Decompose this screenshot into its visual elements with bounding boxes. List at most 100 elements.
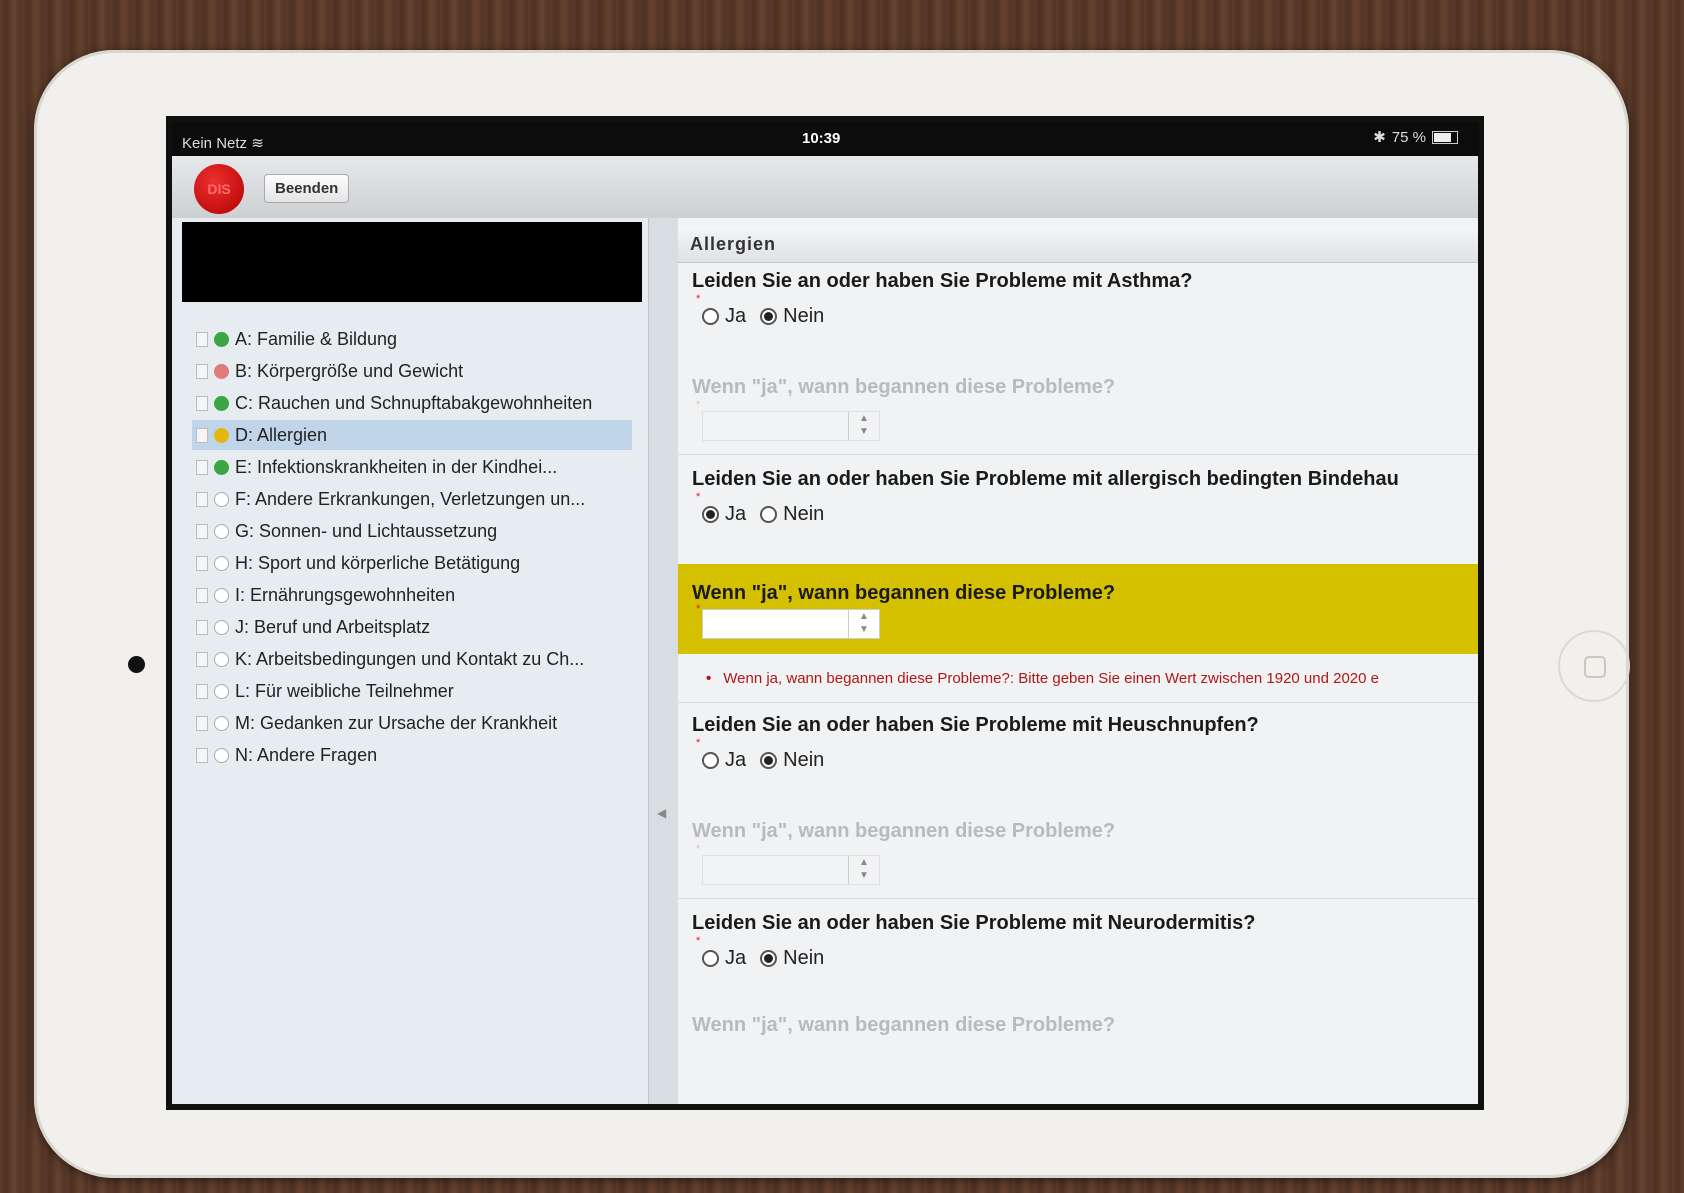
document-icon <box>196 683 208 699</box>
status-dot-icon <box>214 523 229 539</box>
question-text: Wenn "ja", wann begannen diese Probleme? <box>692 376 1116 398</box>
radio-circle[interactable] <box>702 506 719 523</box>
nav-item-label: F: Andere Erkrankungen, Verletzungen un.… <box>235 488 586 509</box>
radio-circle[interactable] <box>702 950 719 967</box>
radio-label: Ja <box>725 947 747 969</box>
nav-item[interactable]: B: Körpergröße und Gewicht <box>192 356 632 386</box>
status-dot-icon <box>214 427 229 443</box>
document-icon <box>196 619 208 635</box>
status-dot-icon <box>214 651 229 667</box>
year-stepper[interactable]: ▲ ▼ <box>702 609 880 639</box>
split-divider[interactable]: ◀ <box>648 218 679 1104</box>
nav-item-label: A: Familie & Bildung <box>235 328 398 349</box>
radio-no[interactable]: Nein <box>760 749 824 772</box>
radio-group: Ja Nein <box>702 305 1478 328</box>
question-conjunctivitis: Leiden Sie an oder haben Sie Probleme mi… <box>678 468 1478 526</box>
toolbar: DIS Beenden <box>172 156 1478 219</box>
collapse-arrow-icon[interactable]: ◀ <box>657 806 666 820</box>
battery-percent: 75 % <box>1391 128 1426 146</box>
status-dot-icon <box>214 619 229 635</box>
nav-item-label: K: Arbeitsbedingungen und Kontakt zu Ch.… <box>235 648 585 669</box>
document-icon <box>196 651 208 667</box>
question-hayfever: Leiden Sie an oder haben Sie Probleme mi… <box>678 714 1478 772</box>
front-camera <box>128 656 145 673</box>
radio-circle[interactable] <box>702 308 719 325</box>
nav-item-label: G: Sonnen- und Lichtaussetzung <box>235 520 498 541</box>
nav-item[interactable]: H: Sport und körperliche Betätigung <box>192 548 632 578</box>
year-stepper[interactable]: ▲ ▼ <box>702 855 880 885</box>
radio-group: Ja Nein <box>702 503 1478 526</box>
required-mark: * <box>696 293 701 305</box>
end-button[interactable]: Beenden <box>264 174 350 203</box>
question-text: Leiden Sie an oder haben Sie Probleme mi… <box>692 912 1256 934</box>
home-button[interactable] <box>1558 630 1630 702</box>
nav-item-label: H: Sport und körperliche Betätigung <box>235 552 521 573</box>
status-dot-icon <box>214 747 229 763</box>
question-text: Wenn "ja", wann begannen diese Probleme? <box>692 1014 1116 1036</box>
required-mark: * <box>696 843 701 855</box>
radio-group: Ja Nein <box>702 947 1478 970</box>
radio-circle[interactable] <box>760 506 778 523</box>
document-icon <box>196 363 208 379</box>
clock: 10:39 <box>802 130 841 147</box>
nav-item[interactable]: C: Rauchen und Schnupftabakgewohnheiten <box>192 388 632 418</box>
document-icon <box>196 331 208 347</box>
nav-item-label: D: Allergien <box>235 424 328 445</box>
nav-item[interactable]: D: Allergien <box>192 420 632 450</box>
radio-circle[interactable] <box>702 752 719 769</box>
stepper-arrows-icon[interactable]: ▲ ▼ <box>848 856 879 884</box>
nav-item-label: E: Infektionskrankheiten in der Kindhei.… <box>235 456 558 477</box>
radio-label: Nein <box>783 749 825 771</box>
radio-circle[interactable] <box>760 950 778 967</box>
status-dot-icon <box>214 331 229 347</box>
home-square-icon <box>1584 656 1606 678</box>
section-title: Allergien <box>678 226 1478 263</box>
carrier-label: Kein Netz ≋ <box>182 134 264 152</box>
nav-item[interactable]: K: Arbeitsbedingungen und Kontakt zu Ch.… <box>192 644 632 674</box>
stepper-arrows-icon[interactable]: ▲ ▼ <box>848 610 879 638</box>
document-icon <box>196 395 208 411</box>
nav-item[interactable]: J: Beruf und Arbeitsplatz <box>192 612 632 642</box>
nav-item[interactable]: E: Infektionskrankheiten in der Kindhei.… <box>192 452 632 482</box>
question-text: Leiden Sie an oder haben Sie Probleme mi… <box>692 270 1193 292</box>
nav-item-label: B: Körpergröße und Gewicht <box>235 360 464 381</box>
nav-item[interactable]: F: Andere Erkrankungen, Verletzungen un.… <box>192 484 632 514</box>
radio-circle[interactable] <box>760 308 778 325</box>
validation-error: • Wenn ja, wann begannen diese Probleme?:… <box>706 670 1379 687</box>
followup-conjunctivitis: Wenn "ja", wann begannen diese Probleme?… <box>678 564 1478 654</box>
document-icon <box>196 715 208 731</box>
radio-no[interactable]: Nein <box>760 305 824 328</box>
nav-item[interactable]: N: Andere Fragen <box>192 740 632 770</box>
nav-item[interactable]: M: Gedanken zur Ursache der Krankheit <box>192 708 632 738</box>
status-dot-icon <box>214 715 229 731</box>
question-neurodermatitis: Leiden Sie an oder haben Sie Probleme mi… <box>678 912 1478 970</box>
nav-item[interactable]: G: Sonnen- und Lichtaussetzung <box>192 516 632 546</box>
nav-item[interactable]: I: Ernährungsgewohnheiten <box>192 580 632 610</box>
radio-no[interactable]: Nein <box>760 503 824 526</box>
document-icon <box>196 459 208 475</box>
required-mark: * <box>696 399 701 411</box>
followup-asthma: Wenn "ja", wann begannen diese Probleme?… <box>678 376 1478 441</box>
radio-label: Nein <box>783 503 825 525</box>
radio-circle[interactable] <box>760 752 778 769</box>
error-text: Wenn ja, wann begannen diese Probleme?: … <box>723 670 1379 687</box>
content-area: A: Familie & Bildung B: Körpergröße und G… <box>172 218 1478 1104</box>
radio-yes[interactable]: Ja <box>702 749 746 772</box>
year-stepper[interactable]: ▲ ▼ <box>702 411 880 441</box>
nav-item[interactable]: L: Für weibliche Teilnehmer <box>192 676 632 706</box>
stepper-arrows-icon[interactable]: ▲ ▼ <box>848 412 879 440</box>
status-dot-icon <box>214 459 229 475</box>
radio-yes[interactable]: Ja <box>702 305 746 328</box>
radio-yes[interactable]: Ja <box>702 947 746 970</box>
question-text: Wenn "ja", wann begannen diese Probleme? <box>692 820 1116 842</box>
radio-group: Ja Nein <box>702 749 1478 772</box>
nav-item[interactable]: A: Familie & Bildung <box>192 324 632 354</box>
radio-yes[interactable]: Ja <box>702 503 746 526</box>
required-mark: * <box>696 737 701 749</box>
section-nav: A: Familie & Bildung B: Körpergröße und G… <box>192 324 632 772</box>
radio-label: Nein <box>783 947 825 969</box>
nav-item-label: J: Beruf und Arbeitsplatz <box>235 616 431 637</box>
status-dot-icon <box>214 363 229 379</box>
bluetooth-icon: ✱ <box>1373 129 1386 146</box>
radio-no[interactable]: Nein <box>760 947 824 970</box>
